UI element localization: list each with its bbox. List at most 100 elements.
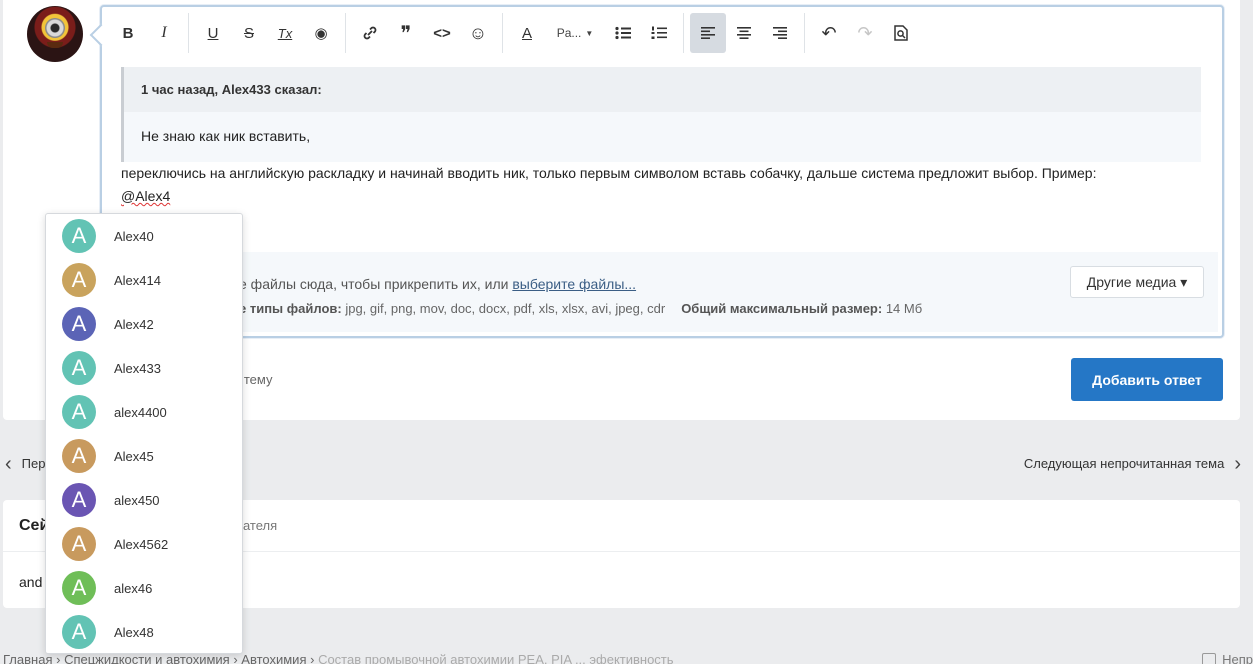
numbered-list-icon [651, 26, 667, 39]
choose-files-link[interactable]: выберите файлы... [512, 276, 636, 292]
bullet-list-icon [615, 26, 631, 40]
mention-option[interactable]: A Alex42 [46, 302, 242, 346]
avatar-goggle [45, 18, 65, 38]
quote-icon: ❞ [400, 22, 412, 45]
text-color-icon: A [521, 24, 532, 42]
mention-option[interactable]: Aalex4400 [46, 390, 242, 434]
smiley-icon: ☺ [468, 22, 488, 43]
redo-button[interactable]: ↷ [847, 13, 883, 53]
mention-username: alex450 [114, 492, 160, 508]
chevron-down-icon: ▼ [585, 28, 594, 38]
add-reply-button[interactable]: Добавить ответ [1071, 358, 1223, 401]
mention-option[interactable]: A Alex40 [46, 214, 242, 258]
mention-option[interactable]: A Alex414 [46, 258, 242, 302]
paragraph-label: Pa... [556, 26, 582, 40]
next-topic-label: Следующая непрочитанная тема [1023, 456, 1225, 471]
breadcrumb-current: Состав промывочной автохимии PEA, PIA ..… [318, 652, 674, 664]
clear-format-icon: Tx [277, 25, 293, 41]
toolbar-separator [804, 13, 805, 53]
underline-button[interactable]: U [195, 13, 231, 53]
strikethrough-button[interactable]: S [231, 13, 267, 53]
mention-avatar: A [62, 571, 96, 605]
user-avatar[interactable] [27, 6, 83, 62]
mention-option[interactable]: A Alex45 [46, 434, 242, 478]
editor-toolbar: B I U S Tx ◉ ❞ <> ☺ A Pa... ▼ ↶ ↷ [110, 12, 919, 54]
prev-topic-label: Пер [21, 456, 46, 471]
align-left-icon [701, 27, 715, 39]
text-color-button[interactable]: A [509, 13, 545, 53]
mention-autocomplete: A Alex40 A Alex414 A Alex42 A Alex433 Aalex4400 A… [45, 213, 243, 654]
align-center-icon [737, 27, 751, 39]
mention-option[interactable]: A Alex48 [46, 610, 242, 654]
undo-button[interactable]: ↶ [811, 13, 847, 53]
mention-username: alex46 [114, 580, 153, 596]
preview-icon [894, 25, 908, 41]
strikethrough-icon: S [243, 24, 254, 42]
redo-icon: ↷ [857, 22, 873, 43]
bullet-list-button[interactable] [605, 13, 641, 53]
mention-input-text: @Alex4 [121, 188, 171, 204]
attach-drop-text: е файлы сюда, чтобы прикрепить их, или [239, 276, 513, 292]
prev-unread-topic-link[interactable]: ‹ Пер [5, 452, 46, 475]
attach-drop-hint: е файлы сюда, чтобы прикрепить их, или в… [239, 276, 636, 292]
paragraph-format-dropdown[interactable]: Pa... ▼ [545, 13, 605, 53]
unread-content-link[interactable]: Непр [1202, 652, 1253, 664]
quote-button[interactable]: ❞ [388, 13, 424, 53]
align-center-button[interactable] [726, 13, 762, 53]
clear-format-button[interactable]: Tx [267, 13, 303, 53]
reply-editor[interactable]: B I U S Tx ◉ ❞ <> ☺ A Pa... ▼ ↶ ↷ 1 час … [100, 5, 1224, 338]
spoiler-button[interactable]: ◉ [303, 13, 339, 53]
unread-content-label: Непр [1222, 652, 1253, 664]
numbered-list-button[interactable] [641, 13, 677, 53]
emoji-button[interactable]: ☺ [460, 13, 496, 53]
mention-avatar: A [62, 395, 96, 429]
underline-icon: U [207, 24, 219, 42]
mention-option[interactable]: A Alex433 [46, 346, 242, 390]
avatar-mouth [47, 42, 63, 48]
bold-button[interactable]: B [110, 13, 146, 53]
max-size-value: 14 Мб [882, 301, 923, 316]
preview-button[interactable] [883, 13, 919, 53]
mention-avatar: A [62, 307, 96, 341]
attach-file-info: е типы файлов: jpg, gif, png, mov, doc, … [239, 301, 922, 316]
quote-body: Не знаю как ник вставить, [141, 128, 311, 144]
mention-avatar: A [62, 439, 96, 473]
mention-username: alex4400 [114, 404, 167, 420]
code-icon: <> [433, 24, 451, 42]
breadcrumb-separator: › [310, 652, 319, 664]
italic-button[interactable]: I [146, 13, 182, 53]
breadcrumb-item[interactable]: Автохимия [241, 652, 306, 664]
toolbar-separator [683, 13, 684, 53]
link-button[interactable] [352, 13, 388, 53]
mention-avatar: A [62, 615, 96, 649]
align-left-button[interactable] [690, 13, 726, 53]
bold-icon: B [122, 24, 134, 42]
editor-text-line: переключись на английскую раскладку и на… [121, 165, 1097, 181]
link-icon [363, 26, 377, 40]
other-media-button[interactable]: Другие медиа ▾ [1070, 266, 1204, 298]
chevron-left-icon: ‹ [5, 452, 12, 475]
allowed-types-label: е типы файлов: [239, 301, 342, 316]
quote-header: 1 час назад, Alex433 сказал: [124, 67, 1201, 112]
similar-topic-row[interactable]: and [19, 574, 42, 590]
editor-mention-text: @Alex4 [121, 188, 170, 204]
mention-avatar: A [62, 219, 96, 253]
quoted-message: 1 час назад, Alex433 сказал: Не знаю как… [121, 67, 1201, 162]
mention-option[interactable]: Aalex46 [46, 566, 242, 610]
mention-option[interactable]: A Alex4562 [46, 522, 242, 566]
mention-avatar: A [62, 263, 96, 297]
mention-option[interactable]: Aalex450 [46, 478, 242, 522]
mention-avatar: A [62, 527, 96, 561]
align-right-button[interactable] [762, 13, 798, 53]
eye-icon: ◉ [314, 25, 328, 42]
code-button[interactable]: <> [424, 13, 460, 53]
attachment-area[interactable]: е файлы сюда, чтобы прикрепить их, или в… [108, 252, 1218, 332]
toolbar-separator [502, 13, 503, 53]
mention-username: Alex414 [114, 272, 161, 288]
next-unread-topic-link[interactable]: Следующая непрочитанная тема › [1023, 452, 1241, 475]
unread-icon [1202, 653, 1217, 664]
max-size-label: Общий максимальный размер: [681, 301, 883, 316]
chevron-right-icon: › [1234, 452, 1241, 475]
mention-username: Alex45 [114, 448, 154, 464]
mention-avatar: A [62, 351, 96, 385]
